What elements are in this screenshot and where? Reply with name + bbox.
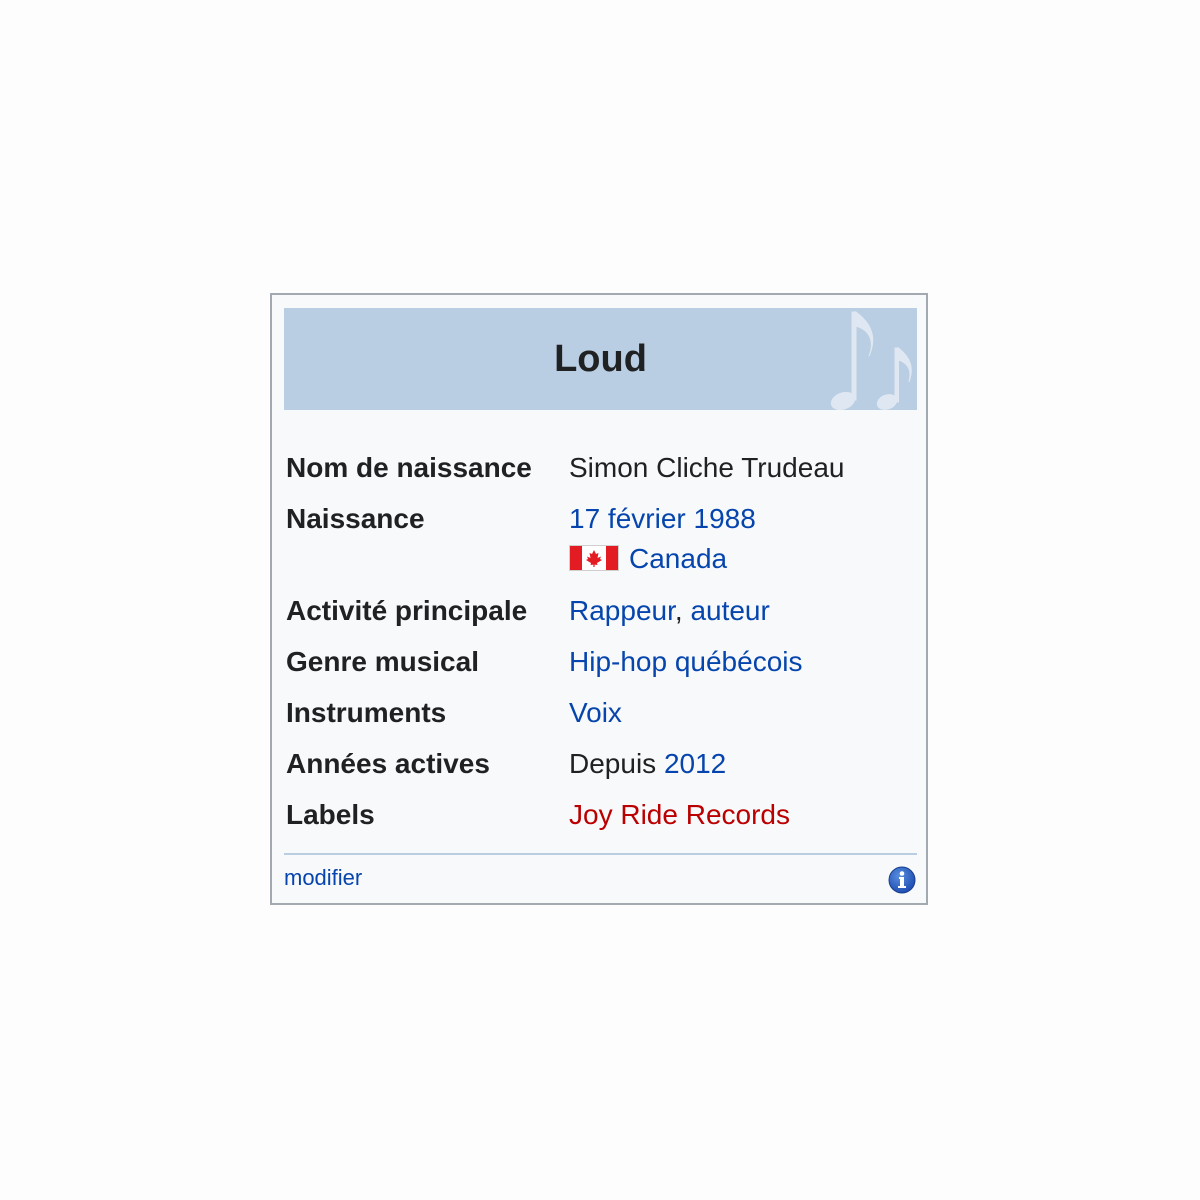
- genre-link[interactable]: Hip-hop québécois: [569, 642, 803, 682]
- birth-date-link[interactable]: 17 février 1988: [569, 503, 756, 534]
- row-main-activity: Activité principale Rappeur, auteur: [286, 583, 916, 634]
- year-link[interactable]: 2012: [664, 748, 726, 779]
- row-birth-name: Nom de naissance Simon Cliche Trudeau: [286, 440, 916, 491]
- birth-name-value: Simon Cliche Trudeau: [569, 452, 845, 483]
- row-label: Labels: [286, 799, 375, 830]
- row-active-years: Années actives Depuis 2012: [286, 736, 916, 787]
- row-instruments: Instruments Voix: [286, 685, 916, 736]
- infobox: Loud Nom de naissance Simon Cliche Trude…: [270, 293, 928, 905]
- active-years-prefix: Depuis: [569, 748, 657, 779]
- canada-flag-icon[interactable]: [569, 545, 619, 571]
- row-label: Naissance: [286, 503, 425, 534]
- row-labels: Labels Joy Ride Records: [286, 787, 916, 838]
- row-label: Années actives: [286, 748, 490, 779]
- activity-separator: ,: [674, 595, 691, 626]
- edit-link[interactable]: modifier: [284, 863, 362, 893]
- active-years-value: Depuis 2012: [569, 744, 726, 784]
- footer-divider: [284, 853, 917, 855]
- row-label: Instruments: [286, 697, 447, 728]
- birth-value: 17 février 1988 Canada: [569, 499, 756, 579]
- activity-link-author[interactable]: auteur: [690, 595, 769, 626]
- row-birth: Naissance 17 février 1988 Canada: [286, 491, 916, 583]
- main-activity-value: Rappeur, auteur: [569, 591, 770, 631]
- activity-link-rapper[interactable]: Rappeur: [569, 595, 675, 626]
- row-genre: Genre musical Hip-hop québécois: [286, 634, 916, 685]
- label-redlink[interactable]: Joy Ride Records: [569, 795, 790, 835]
- infobox-header: Loud: [284, 308, 917, 410]
- row-label: Activité principale: [286, 595, 528, 626]
- instrument-link[interactable]: Voix: [569, 693, 622, 733]
- country-link[interactable]: Canada: [629, 543, 727, 574]
- row-label: Nom de naissance: [286, 452, 532, 483]
- info-icon[interactable]: [888, 866, 916, 894]
- infobox-rows: Nom de naissance Simon Cliche Trudeau Na…: [286, 440, 916, 838]
- infobox-title: Loud: [554, 338, 647, 380]
- row-label: Genre musical: [286, 646, 479, 677]
